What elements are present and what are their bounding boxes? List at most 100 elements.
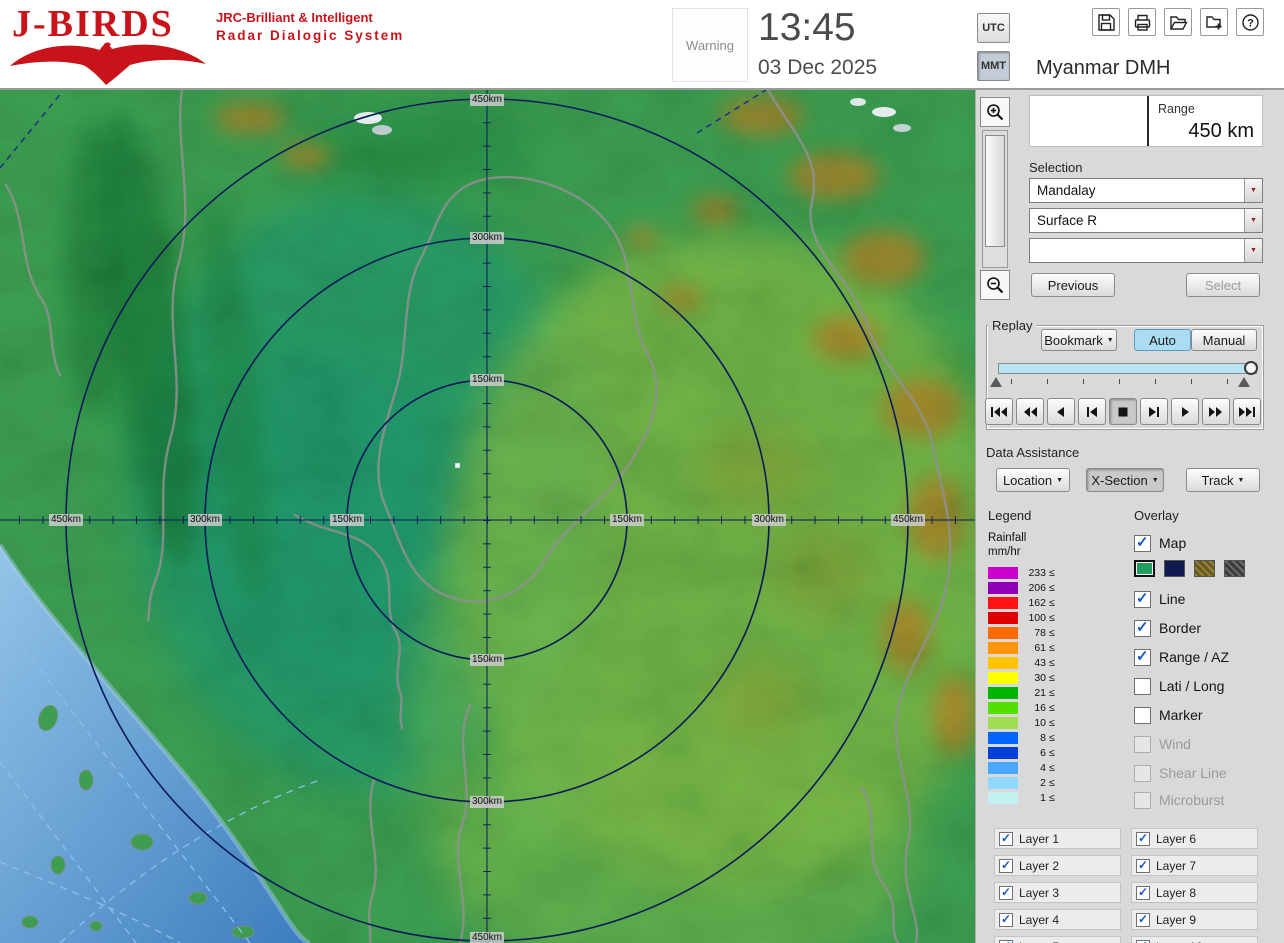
overlay-item-lati-long[interactable]: Lati / Long <box>1134 676 1224 696</box>
bookmark-label: Bookmark <box>1044 332 1103 348</box>
chevron-down-icon: ▼ <box>1106 336 1114 344</box>
layer-item[interactable]: Layer 1 <box>994 828 1121 849</box>
terrain-map-svg <box>0 90 975 943</box>
zoom-scrollbar-thumb[interactable] <box>985 135 1005 247</box>
checkbox[interactable] <box>1134 589 1151 608</box>
radar-map[interactable]: 450km 300km 150km 150km 300km 450km 450k… <box>0 90 975 943</box>
export-button[interactable] <box>1200 8 1228 36</box>
layer-item[interactable]: Layer 6 <box>1131 828 1258 849</box>
play-backward-button[interactable] <box>1047 398 1075 425</box>
overlay-item-line[interactable]: Line <box>1134 589 1185 609</box>
step-forward-button[interactable] <box>1140 398 1168 425</box>
replay-slider-thumb[interactable] <box>1244 361 1258 375</box>
overlay-label: Overlay <box>1134 508 1179 523</box>
layer-item[interactable]: Layer 4 <box>994 909 1121 930</box>
checkbox[interactable] <box>999 831 1013 846</box>
checkbox[interactable] <box>1136 858 1150 873</box>
checkbox[interactable] <box>1134 618 1151 637</box>
manual-mode-button[interactable]: Manual <box>1191 329 1257 351</box>
location-button[interactable]: Location ▼ <box>996 468 1070 492</box>
zoom-out-button[interactable] <box>980 270 1010 300</box>
dropdown-arrow-icon[interactable]: ▼ <box>1244 179 1262 202</box>
legend-entry: 4 ≤ <box>988 762 1055 774</box>
slider-start-marker[interactable] <box>990 377 1002 387</box>
legend-swatch <box>988 567 1018 579</box>
fast-rewind-button[interactable] <box>1016 398 1044 425</box>
checkbox[interactable] <box>999 912 1013 927</box>
fast-forward-button[interactable] <box>1202 398 1230 425</box>
warning-indicator: Warning <box>672 8 748 82</box>
mmt-button[interactable]: MMT <box>977 51 1010 81</box>
overlay-item-range-az[interactable]: Range / AZ <box>1134 647 1229 667</box>
stop-button[interactable] <box>1109 398 1137 425</box>
checkbox[interactable] <box>1136 912 1150 927</box>
checkbox[interactable] <box>1134 533 1151 552</box>
fast-forward-icon <box>1209 406 1222 417</box>
replay-timeline-slider[interactable] <box>998 363 1257 374</box>
open-button[interactable] <box>1164 8 1192 36</box>
checkbox[interactable] <box>1136 939 1150 943</box>
zoom-scrollbar[interactable] <box>982 130 1008 268</box>
checkbox[interactable] <box>999 885 1013 900</box>
bookmark-button[interactable]: Bookmark ▼ <box>1041 329 1117 351</box>
chevron-down-icon: ▼ <box>1237 476 1245 484</box>
step-backward-button[interactable] <box>1078 398 1106 425</box>
map-palette-swatch-4[interactable] <box>1224 560 1245 577</box>
slider-ticks <box>1011 379 1241 384</box>
dropdown-arrow-icon[interactable]: ▼ <box>1244 239 1262 262</box>
layer-item[interactable]: Layer 10 <box>1131 936 1258 943</box>
dropdown-arrow-icon[interactable]: ▼ <box>1244 209 1262 232</box>
checkbox[interactable] <box>999 939 1013 943</box>
layer-item[interactable]: Layer 3 <box>994 882 1121 903</box>
help-button[interactable]: ? <box>1236 8 1264 36</box>
site-dropdown-value: Mandalay <box>1037 183 1096 198</box>
overlay-item-label: Marker <box>1159 707 1203 723</box>
ring-label: 450km <box>890 514 926 526</box>
xsection-button[interactable]: X-Section ▼ <box>1086 468 1164 492</box>
track-button[interactable]: Track ▼ <box>1186 468 1260 492</box>
legend-swatch <box>988 612 1018 624</box>
skip-to-end-button[interactable] <box>1233 398 1261 425</box>
auto-mode-button[interactable]: Auto <box>1134 329 1191 351</box>
select-button[interactable]: Select <box>1186 273 1260 297</box>
map-palette-swatch-1[interactable] <box>1134 560 1155 577</box>
extra-dropdown[interactable]: ▼ <box>1029 238 1263 263</box>
skip-to-end-icon <box>1239 406 1255 417</box>
utc-button[interactable]: UTC <box>977 13 1010 43</box>
play-button[interactable] <box>1171 398 1199 425</box>
skip-to-start-button[interactable] <box>985 398 1013 425</box>
zoom-in-icon <box>987 104 1004 121</box>
print-button[interactable] <box>1128 8 1156 36</box>
zoom-in-button[interactable] <box>980 97 1010 127</box>
logo-subtitle-2: Radar Dialogic System <box>216 28 405 43</box>
layer-item[interactable]: Layer 8 <box>1131 882 1258 903</box>
product-dropdown[interactable]: Surface R ▼ <box>1029 208 1263 233</box>
layer-item[interactable]: Layer 9 <box>1131 909 1258 930</box>
ring-label: 450km <box>469 94 505 106</box>
layer-item[interactable]: Layer 5 <box>994 936 1121 943</box>
legend-entry: 2 ≤ <box>988 777 1055 789</box>
save-button[interactable] <box>1092 8 1120 36</box>
overlay-item-marker[interactable]: Marker <box>1134 705 1203 725</box>
checkbox[interactable] <box>1134 706 1151 724</box>
checkbox[interactable] <box>999 858 1013 873</box>
overlay-item-map[interactable]: Map <box>1134 533 1186 553</box>
logo-subtitle-1: JRC-Brilliant & Intelligent <box>216 10 373 25</box>
legend-entry: 10 ≤ <box>988 717 1055 729</box>
overlay-item-border[interactable]: Border <box>1134 618 1201 638</box>
checkbox[interactable] <box>1134 647 1151 666</box>
checkbox[interactable] <box>1136 831 1150 846</box>
replay-group-label: Replay <box>988 318 1037 333</box>
range-divider <box>1147 96 1149 146</box>
site-dropdown[interactable]: Mandalay ▼ <box>1029 178 1263 203</box>
overlay-item-label: Range / AZ <box>1159 649 1230 665</box>
checkbox[interactable] <box>1136 885 1150 900</box>
layer-item[interactable]: Layer 2 <box>994 855 1121 876</box>
range-display: Range 450 km <box>1029 95 1263 147</box>
layer-item[interactable]: Layer 7 <box>1131 855 1258 876</box>
previous-button[interactable]: Previous <box>1031 273 1115 297</box>
map-palette-swatch-3[interactable] <box>1194 560 1215 577</box>
map-palette-swatch-2[interactable] <box>1164 560 1185 577</box>
overlay-item-label: Line <box>1159 591 1186 607</box>
checkbox[interactable] <box>1134 677 1151 695</box>
